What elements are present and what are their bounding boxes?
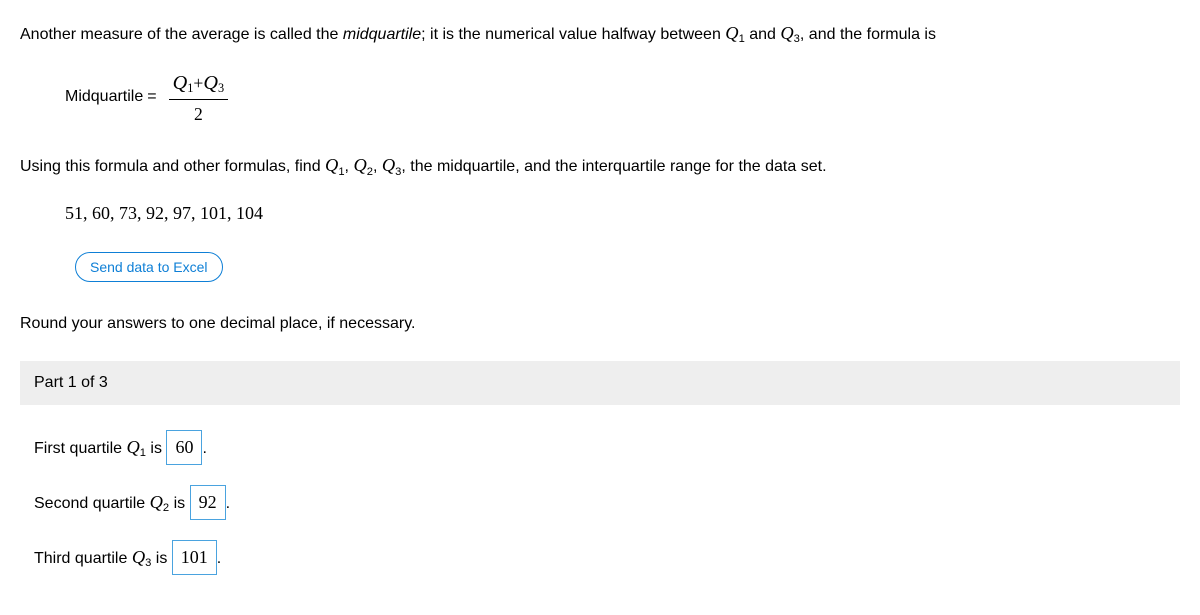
instruction-text: Using this formula and other formulas, f… bbox=[20, 152, 1180, 180]
frac-plus: + bbox=[193, 73, 203, 93]
question-body: Another measure of the average is called… bbox=[20, 20, 1180, 575]
q2-var: Q bbox=[150, 492, 163, 512]
formula-equals: = bbox=[147, 85, 156, 109]
instr-q3-sub: 3 bbox=[395, 166, 401, 178]
q1-answer-input[interactable]: 60 bbox=[166, 430, 202, 465]
instr-c2: , bbox=[373, 158, 382, 175]
q3-tail: . bbox=[217, 550, 221, 567]
data-set: 51, 60, 73, 92, 97, 101, 104 bbox=[65, 200, 1180, 227]
intro-suffix: , and the formula is bbox=[800, 26, 936, 43]
intro-prefix: Another measure of the average is called… bbox=[20, 26, 343, 43]
rounding-note: Round your answers to one decimal place,… bbox=[20, 312, 1180, 336]
q3-answer-line: Third quartile Q3 is 101. bbox=[34, 540, 1180, 575]
frac-q1: Q bbox=[173, 72, 188, 94]
q3-var: Q bbox=[132, 547, 145, 567]
fraction-numerator: Q1+Q3 bbox=[169, 68, 229, 99]
q3-sub: 3 bbox=[145, 557, 151, 569]
q1-var: Q bbox=[725, 23, 738, 43]
q1-label-prefix: First quartile bbox=[34, 440, 126, 457]
q3-var: Q bbox=[780, 23, 793, 43]
q2-tail: . bbox=[226, 495, 230, 512]
instr-q1-sub: 1 bbox=[338, 166, 344, 178]
q3-sub: 3 bbox=[794, 33, 800, 45]
q1-answer-line: First quartile Q1 is 60. bbox=[34, 430, 1180, 465]
frac-q3: Q bbox=[203, 72, 218, 94]
instr-suffix: , the midquartile, and the interquartile… bbox=[401, 158, 826, 175]
q1-tail: . bbox=[202, 440, 206, 457]
q3-label-prefix: Third quartile bbox=[34, 550, 132, 567]
intro-and: and bbox=[745, 26, 781, 43]
instr-q3: Q bbox=[382, 155, 395, 175]
q2-label-prefix: Second quartile bbox=[34, 495, 150, 512]
q2-answer-line: Second quartile Q2 is 92. bbox=[34, 485, 1180, 520]
q1-sub: 1 bbox=[140, 447, 146, 459]
midquartile-term: midquartile bbox=[343, 26, 421, 43]
instr-q2: Q bbox=[353, 155, 366, 175]
q3-label-suffix: is bbox=[151, 550, 171, 567]
formula-label: Midquartile bbox=[65, 85, 143, 109]
q2-label-suffix: is bbox=[169, 495, 189, 512]
part-header: Part 1 of 3 bbox=[20, 361, 1180, 405]
formula-fraction: Q1+Q3 2 bbox=[169, 68, 229, 128]
q1-sub: 1 bbox=[739, 33, 745, 45]
q3-answer-input[interactable]: 101 bbox=[172, 540, 217, 575]
frac-q3-sub: 3 bbox=[218, 81, 224, 95]
intro-text: Another measure of the average is called… bbox=[20, 20, 1180, 48]
send-to-excel-button[interactable]: Send data to Excel bbox=[75, 252, 223, 282]
instr-q1: Q bbox=[325, 155, 338, 175]
q1-var: Q bbox=[126, 437, 139, 457]
q2-answer-input[interactable]: 92 bbox=[190, 485, 226, 520]
fraction-denominator: 2 bbox=[190, 100, 207, 127]
q1-label-suffix: is bbox=[146, 440, 166, 457]
midquartile-formula: Midquartile = Q1+Q3 2 bbox=[65, 68, 1180, 128]
intro-mid1: ; it is the numerical value halfway betw… bbox=[421, 26, 725, 43]
instr-q2-sub: 2 bbox=[367, 166, 373, 178]
instr-prefix: Using this formula and other formulas, f… bbox=[20, 158, 325, 175]
q2-sub: 2 bbox=[163, 502, 169, 514]
frac-q1-sub: 1 bbox=[187, 81, 193, 95]
